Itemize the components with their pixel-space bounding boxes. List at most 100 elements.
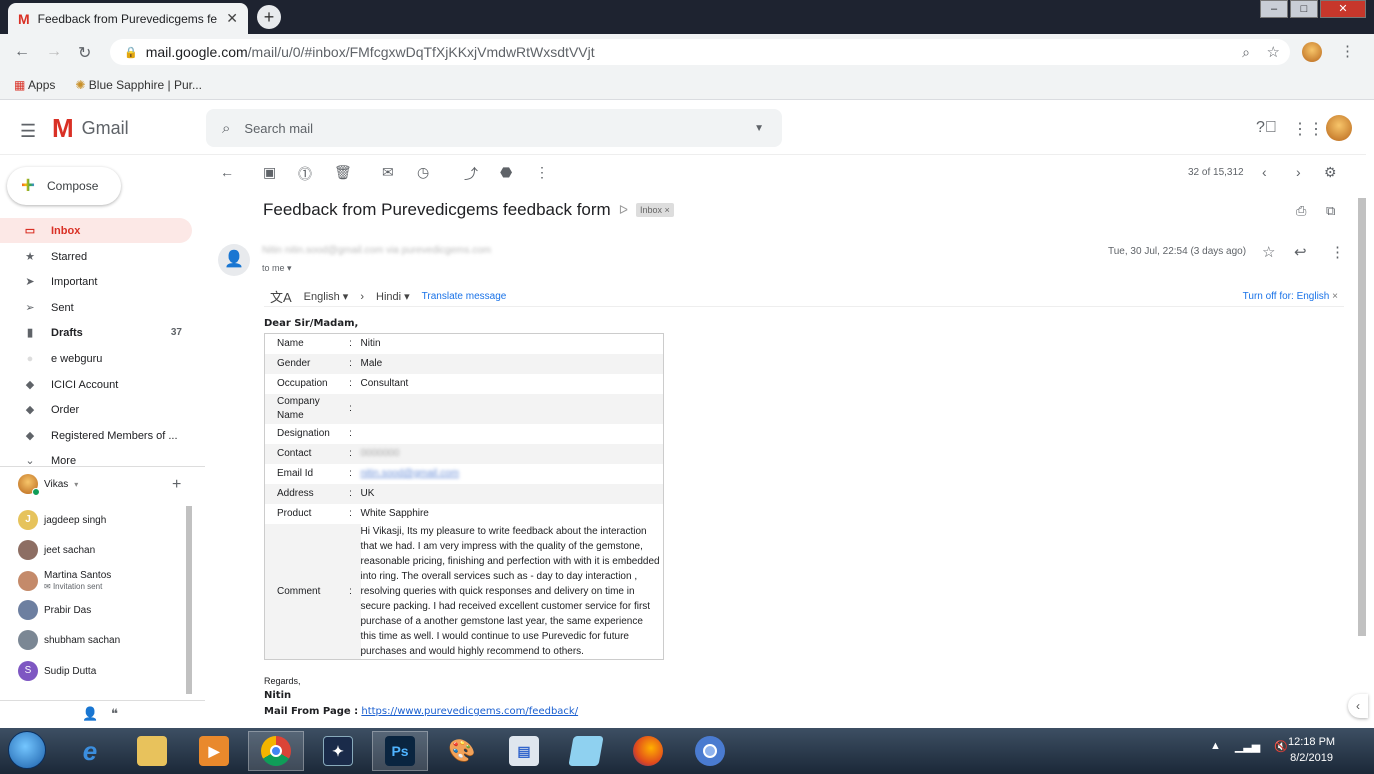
photoshop-icon[interactable]: Ps — [372, 731, 428, 771]
browser-menu-icon[interactable]: ⋮ — [1340, 42, 1355, 60]
sidebar-item-starred[interactable]: ★ Starred — [0, 244, 192, 269]
back-icon[interactable]: ← — [14, 43, 30, 61]
sidebar-item-inbox[interactable]: ▭ Inbox — [0, 218, 192, 243]
translate-message-link[interactable]: Translate message — [422, 291, 507, 302]
contact-item[interactable]: shubham sachan — [18, 630, 120, 650]
contact-item[interactable]: J jagdeep singh — [18, 510, 106, 530]
source-language-select[interactable]: English ▾ — [304, 290, 349, 303]
report-spam-icon[interactable]: ⓵ — [298, 164, 312, 184]
sidebar-item-important[interactable]: ➤ Important — [0, 269, 192, 294]
inbox-label-chip[interactable]: Inbox × — [635, 203, 674, 217]
open-new-window-icon[interactable]: ⧉ — [1326, 203, 1335, 219]
network-signal-icon[interactable]: ▁▃▅ — [1235, 740, 1260, 753]
contact-item[interactable]: Martina Santos ✉ Invitation sent — [18, 570, 111, 592]
add-contact-icon[interactable]: + — [172, 476, 181, 494]
system-clock[interactable]: 12:18 PM 8/2/2019 — [1288, 734, 1335, 766]
gmail-logo[interactable]: M Gmail — [52, 115, 129, 141]
video-editor-icon[interactable]: ✦ — [310, 731, 366, 771]
bookmark-blue-sapphire[interactable]: ✺ Blue Sapphire | Pur... — [75, 78, 202, 92]
contact-item[interactable]: jeet sachan — [18, 540, 95, 560]
volume-muted-icon[interactable]: 🔇 — [1274, 740, 1288, 753]
sidebar-item-label: Drafts — [51, 326, 83, 339]
reload-icon[interactable]: ↻ — [78, 43, 91, 63]
recipient-info[interactable]: to me ▾ — [262, 263, 292, 274]
maximize-button[interactable]: □ — [1290, 0, 1318, 18]
internet-explorer-icon[interactable]: e — [62, 731, 118, 771]
print-icon[interactable]: ⎙ — [1296, 203, 1306, 219]
sidebar-item-drafts[interactable]: ▮ Drafts 37 — [0, 320, 192, 345]
table-row: Gender: Male — [264, 353, 664, 374]
feedback-page-link[interactable]: https://www.purevedicgems.com/feedback/ — [361, 706, 578, 717]
document-viewer-icon[interactable]: ▤ — [496, 731, 552, 771]
help-icon[interactable]: ?⃝ — [1256, 119, 1277, 137]
mail-toolbar: ← ▣ ⓵ 🗑 ✉ ◷ ⤴ ⬣ ⋮ 32 of 15,312 ‹ › ⚙ — [206, 158, 1356, 188]
chromium-icon[interactable] — [682, 731, 738, 771]
bookmark-apps[interactable]: ▦ Apps — [14, 78, 55, 92]
side-panel-toggle-icon[interactable]: ‹ — [1348, 694, 1368, 718]
main-menu-icon[interactable]: ☰ — [20, 121, 36, 142]
tab-close-icon[interactable]: ✕ — [226, 10, 238, 27]
table-row: Designation: — [277, 428, 352, 439]
snooze-icon[interactable]: ◷ — [417, 164, 429, 181]
star-icon[interactable]: ☆ — [1262, 243, 1275, 261]
email-link[interactable]: nitin.sood@gmail.com — [361, 468, 460, 479]
hangouts-footer: 👤 ❝ — [0, 700, 205, 728]
zoom-icon[interactable]: ⌕ — [1242, 44, 1250, 61]
delete-icon[interactable]: 🗑 — [334, 164, 352, 181]
more-options-icon[interactable]: ⋮ — [535, 164, 549, 181]
hangouts-scrollbar[interactable] — [186, 506, 192, 694]
settings-gear-icon[interactable]: ⚙ — [1324, 164, 1337, 181]
show-hidden-icons-icon[interactable]: ▲ — [1210, 740, 1221, 753]
regards: Regards, — [264, 676, 301, 686]
new-tab-button[interactable]: + — [257, 5, 281, 29]
notes-icon[interactable] — [558, 731, 614, 771]
bookmark-star-icon[interactable]: ☆ — [1267, 43, 1280, 61]
sidebar-item-sent[interactable]: ➢ Sent — [0, 295, 192, 320]
sidebar-item-icici-account[interactable]: ◆ ICICI Account — [0, 372, 192, 397]
contacts-tab-icon[interactable]: 👤 — [82, 706, 98, 722]
search-options-dropdown-icon[interactable]: ▼ — [754, 123, 764, 134]
table-row: Occupation: Consultant — [277, 378, 409, 389]
sidebar-item-order[interactable]: ◆ Order — [0, 397, 192, 422]
reply-icon[interactable]: ↩ — [1294, 243, 1307, 261]
firefox-icon[interactable] — [620, 731, 676, 771]
sidebar-item-more[interactable]: ⌄ More — [0, 448, 192, 473]
forward-icon[interactable]: → — [46, 43, 62, 61]
paint-icon[interactable]: 🎨 — [434, 731, 490, 771]
older-icon[interactable]: › — [1296, 164, 1301, 180]
profile-avatar[interactable] — [1302, 42, 1322, 62]
more-actions-icon[interactable]: ⋮ — [1330, 243, 1345, 261]
file-explorer-icon[interactable] — [124, 731, 180, 771]
compose-button[interactable]: + Compose — [7, 167, 121, 205]
back-to-inbox-icon[interactable]: ← — [220, 164, 234, 180]
remove-label-icon[interactable]: × — [665, 205, 670, 215]
minimize-button[interactable]: – — [1260, 0, 1288, 18]
media-player-icon[interactable]: ▶ — [186, 731, 242, 771]
drafts-count: 37 — [170, 327, 182, 338]
chrome-taskbar-icon[interactable] — [248, 731, 304, 771]
account-avatar[interactable] — [1326, 115, 1352, 141]
browser-tab[interactable]: M Feedback from Purevedicgems fe ✕ — [8, 3, 248, 34]
importance-marker-icon[interactable]: ᐅ — [619, 203, 628, 217]
newer-icon[interactable]: ‹ — [1262, 164, 1267, 180]
sidebar-item-registered-members[interactable]: ◆ Registered Members of ... — [0, 423, 192, 448]
close-window-button[interactable]: ✕ — [1320, 0, 1366, 18]
turn-off-translate-link[interactable]: Turn off for: English × — [1243, 291, 1338, 302]
target-language-select[interactable]: Hindi ▾ — [376, 290, 410, 303]
start-button[interactable] — [8, 731, 46, 769]
search-bar[interactable]: ⌕ Search mail ▼ — [206, 109, 782, 147]
contact-item[interactable]: Prabir Das — [18, 600, 91, 620]
search-icon[interactable]: ⌕ — [222, 120, 230, 137]
contact-item[interactable]: S Sudip Dutta — [18, 661, 96, 681]
move-to-icon[interactable]: ⤴ — [464, 164, 478, 184]
search-input[interactable]: Search mail — [244, 121, 313, 136]
mail-scrollbar[interactable] — [1358, 198, 1366, 636]
archive-icon[interactable]: ▣ — [263, 164, 276, 181]
address-bar[interactable]: 🔒 mail.google.com/mail/u/0/#inbox/FMfcgx… — [110, 39, 1290, 65]
hangouts-user[interactable]: Vikas ▾ — [18, 474, 78, 496]
close-icon[interactable]: × — [1332, 291, 1338, 302]
sidebar-item-e-webguru[interactable]: ● e webguru — [0, 346, 192, 371]
mark-unread-icon[interactable]: ✉ — [382, 164, 394, 181]
label-icon[interactable]: ⬣ — [500, 164, 512, 181]
hangouts-quote-icon[interactable]: ❝ — [111, 706, 118, 722]
